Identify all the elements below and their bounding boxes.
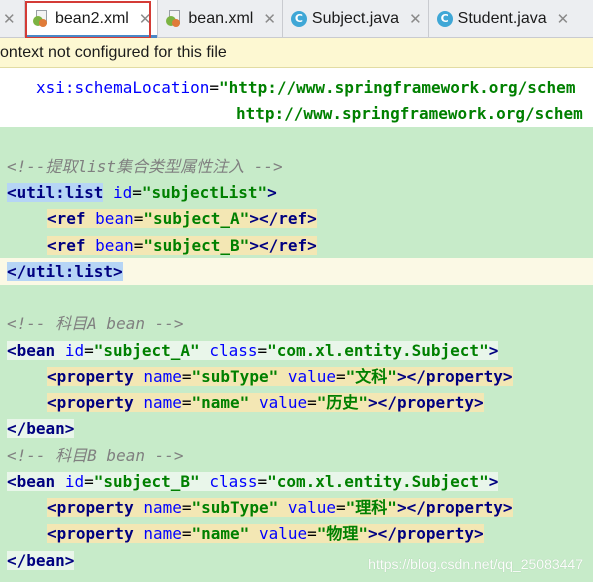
context-notification-bar: ontext not configured for this file	[0, 38, 593, 68]
xml-tag: <bean	[7, 341, 56, 360]
equals: =	[209, 78, 220, 97]
attr-value: "name"	[191, 393, 250, 412]
code-line: <property name="name" value="历史"></prope…	[47, 393, 484, 412]
xml-tag: ></property>	[368, 393, 484, 412]
attr-value: "http://www.springframework.org/schem	[219, 78, 576, 97]
watermark-text: https://blog.csdn.net/qq_25083447	[368, 556, 583, 572]
attr-value: "subject_B"	[143, 236, 250, 255]
tab-label: Student.java	[457, 9, 547, 27]
attr-name: value	[287, 498, 337, 517]
attr-value: "com.xl.entity.Subject"	[267, 472, 489, 491]
xml-comment: <!-- 科目A bean -->	[7, 314, 184, 333]
attr-value: "subType"	[191, 498, 279, 517]
attr-value: "subType"	[191, 367, 279, 386]
xml-tag: <util:list	[7, 183, 104, 202]
xml-comment: <!-- 科目B bean -->	[7, 446, 184, 465]
code-line: <bean id="subject_A" class="com.xl.entit…	[7, 341, 499, 360]
java-class-icon: C	[290, 10, 307, 27]
attr-value: "历史"	[316, 393, 369, 412]
attr-value: "name"	[191, 524, 250, 543]
attr-value: "理科"	[345, 498, 397, 517]
code-line: <property name="name" value="物理"></prope…	[47, 524, 484, 543]
attr-value: http://www.springframework.org/schem	[236, 104, 583, 123]
tab-subject-java[interactable]: C Subject.java ✕	[283, 0, 429, 37]
attr-name: value	[258, 393, 308, 412]
attr-name: id	[112, 183, 133, 202]
xml-tag: </util:list>	[7, 262, 123, 281]
attr-value: "物理"	[316, 524, 369, 543]
java-class-icon: C	[436, 10, 453, 27]
tab-student-java[interactable]: C Student.java ✕	[429, 0, 576, 37]
xml-tag: <property	[47, 367, 134, 386]
xml-tag: <property	[47, 498, 134, 517]
attr-name: name	[143, 498, 182, 517]
code-line: <util:list id="subjectList">	[7, 183, 277, 202]
xml-tag: <bean	[7, 472, 56, 491]
code-line: </bean>	[7, 416, 75, 442]
spring-xml-file-icon	[166, 10, 183, 27]
attr-name: name	[143, 524, 182, 543]
xml-tag: </bean>	[7, 419, 75, 438]
attr-value: "subject_A"	[93, 341, 200, 360]
code-line: <ref bean="subject_B"></ref>	[47, 236, 317, 255]
code-line: <bean id="subject_B" class="com.xl.entit…	[7, 472, 499, 491]
xml-tag: >	[267, 183, 277, 202]
code-line: http://www.springframework.org/schem	[236, 101, 583, 127]
close-icon[interactable]: ✕	[263, 10, 276, 28]
xml-tag: </bean>	[7, 551, 75, 570]
code-line: <property name="subType" value="理科"></pr…	[47, 498, 513, 517]
code-line: </util:list>	[7, 259, 123, 285]
xml-tag: <ref	[47, 236, 86, 255]
tab-bean2-xml[interactable]: bean2.xml ✕	[25, 0, 159, 38]
code-line: <!-- 科目B bean -->	[7, 443, 184, 469]
attr-value: "subject_A"	[143, 209, 250, 228]
tab-close-prev[interactable]: ✕	[0, 0, 25, 37]
attr-value: "com.xl.entity.Subject"	[267, 341, 489, 360]
attr-name: id	[64, 341, 85, 360]
attr-name: name	[143, 393, 182, 412]
xml-tag: >	[488, 341, 499, 360]
attr-name: bean	[95, 236, 134, 255]
xml-tag: <property	[47, 393, 134, 412]
tab-label: Subject.java	[311, 9, 400, 27]
close-icon[interactable]: ✕	[409, 10, 422, 28]
xml-tag: <property	[47, 524, 134, 543]
editor-tab-bar: ✕ bean2.xml ✕ bean.xml ✕ C Subject.java …	[0, 0, 593, 38]
code-line: xsi:schemaLocation="http://www.springfra…	[36, 75, 575, 101]
code-line: <!-- 科目A bean -->	[7, 311, 184, 337]
tab-label: bean.xml	[188, 9, 254, 27]
xml-tag: ></ref>	[249, 236, 317, 255]
code-line: <property name="subType" value="文科"></pr…	[47, 367, 513, 386]
attr-value: "subjectList"	[141, 183, 268, 202]
xml-tag: ></ref>	[249, 209, 317, 228]
attr-name: bean	[95, 209, 134, 228]
attr-value: "subject_B"	[93, 472, 200, 491]
tab-bean-xml[interactable]: bean.xml ✕	[158, 0, 283, 37]
attr-value: "文科"	[345, 367, 397, 386]
xml-tag: >	[488, 472, 499, 491]
xml-tag: ></property>	[368, 524, 484, 543]
xml-tag: ></property>	[396, 367, 513, 386]
code-line: </bean>	[7, 548, 75, 574]
xml-tag: <ref	[47, 209, 86, 228]
attr-name: value	[287, 367, 337, 386]
close-icon[interactable]: ✕	[3, 10, 16, 28]
close-icon[interactable]: ✕	[139, 10, 152, 28]
attr-name: xsi:schemaLocation	[36, 78, 210, 97]
attr-name: value	[258, 524, 308, 543]
code-editor[interactable]: xsi:schemaLocation="http://www.springfra…	[0, 68, 593, 582]
attr-name: class	[209, 341, 258, 360]
tab-label: bean2.xml	[55, 9, 129, 27]
code-line: <ref bean="subject_A"></ref>	[47, 209, 317, 228]
attr-name: id	[64, 472, 85, 491]
spring-xml-file-icon	[33, 10, 50, 27]
notice-text: ontext not configured for this file	[0, 44, 227, 61]
attr-name: name	[143, 367, 182, 386]
attr-name: class	[209, 472, 258, 491]
xml-comment: <!--提取list集合类型属性注入 -->	[7, 157, 283, 176]
code-line: <!--提取list集合类型属性注入 -->	[7, 154, 283, 180]
xml-tag: ></property>	[396, 498, 513, 517]
close-icon[interactable]: ✕	[557, 10, 570, 28]
